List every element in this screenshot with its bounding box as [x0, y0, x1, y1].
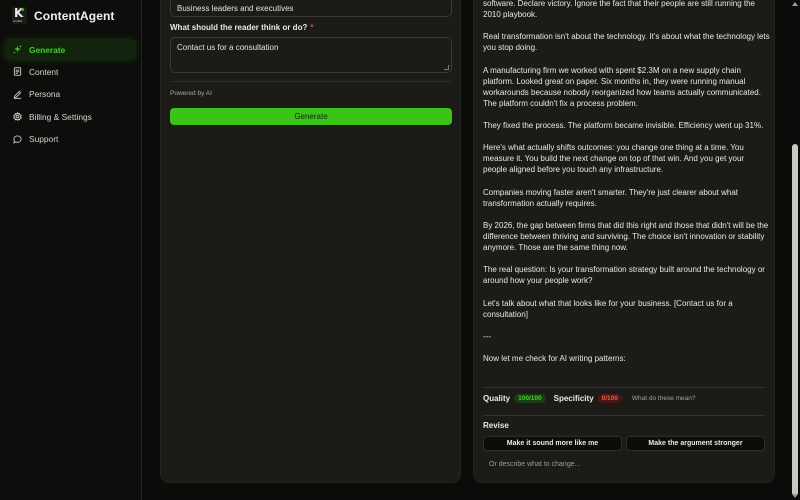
article-paragraph: The real question: Is your transformatio…	[483, 265, 765, 286]
sidebar-item-persona[interactable]: Persona	[5, 84, 136, 105]
article-paragraph: By 2026, the gap between firms that did …	[483, 220, 769, 253]
resize-handle-icon[interactable]	[444, 65, 449, 70]
article-paragraph: Here's what actually shifts outcomes: yo…	[483, 143, 745, 175]
sound-like-me-button[interactable]: Make it sound more like me	[483, 436, 622, 451]
sidebar-nav: Generate Content Persona Billing & Setti…	[5, 39, 136, 151]
article-paragraph: software. Declare victory. Ignore the fa…	[483, 0, 755, 20]
quality-score-badge: 100/100	[514, 394, 546, 403]
sparkle-icon	[13, 45, 22, 54]
specificity-label: Specificity	[553, 394, 594, 403]
generated-article: software. Declare victory. Ignore the fa…	[483, 0, 770, 375]
reader-action-textarea[interactable]: Contact us for a consultation	[170, 37, 452, 73]
article-paragraph: Let's talk about what that looks like fo…	[483, 298, 733, 319]
sidebar-item-content[interactable]: Content	[5, 61, 136, 82]
article-paragraph: A manufacturing firm we worked with spen…	[483, 65, 761, 108]
article-paragraph: Real transformation isn't about the tech…	[483, 32, 770, 53]
divider	[483, 415, 765, 416]
sidebar-item-label: Generate	[29, 44, 66, 55]
specificity-score-badge: 0/100	[597, 394, 622, 403]
sidebar-item-support[interactable]: Support	[5, 129, 136, 150]
sidebar-item-billing-settings[interactable]: Billing & Settings	[5, 106, 136, 127]
stronger-argument-button[interactable]: Make the argument stronger	[626, 436, 765, 451]
reader-action-value: Contact us for a consultation	[177, 43, 279, 52]
article-paragraph: They fixed the process. The platform bec…	[483, 121, 764, 131]
sidebar-item-label: Support	[29, 134, 59, 145]
pen-icon	[13, 90, 22, 99]
audience-field[interactable]: Business leaders and executives	[170, 0, 452, 17]
chat-bubble-icon	[13, 135, 22, 144]
revise-title: Revise	[483, 421, 509, 430]
scrollbar-thumb[interactable]	[792, 144, 798, 496]
sidebar-item-label: Content	[29, 66, 59, 77]
sidebar-item-generate[interactable]: Generate	[5, 39, 136, 60]
brand[interactable]: K AGEN ContentAgent	[12, 7, 115, 24]
divider	[483, 387, 765, 388]
quality-label: Quality	[483, 394, 511, 403]
article-paragraph: Companies moving faster aren't smarter. …	[483, 187, 739, 208]
article-paragraph: ---	[483, 331, 491, 341]
brand-logo: K AGEN	[12, 7, 27, 24]
generate-form-panel: Business leaders and executives What sho…	[160, 0, 461, 483]
sidebar-item-label: Billing & Settings	[29, 111, 92, 122]
brand-name: ContentAgent	[34, 8, 115, 23]
scores-help-link[interactable]: What do these mean?	[632, 395, 696, 402]
scroll-down-arrow-icon[interactable]	[792, 494, 798, 498]
sidebar-item-label: Persona	[29, 89, 61, 100]
scroll-up-arrow-icon[interactable]	[792, 2, 798, 6]
document-icon	[13, 67, 22, 77]
generated-content-panel: software. Declare victory. Ignore the fa…	[473, 0, 775, 483]
divider	[170, 81, 452, 82]
required-marker: *	[310, 23, 314, 32]
reader-action-label: What should the reader think or do? *	[170, 23, 313, 32]
reader-action-label-text: What should the reader think or do?	[170, 23, 308, 32]
sidebar: K AGEN ContentAgent Generate Content Per…	[0, 0, 142, 500]
powered-by-label: Powered by AI	[170, 90, 212, 97]
article-paragraph: Now let me check for AI writing patterns…	[483, 354, 626, 363]
logo-accent-dot	[21, 8, 24, 11]
gear-icon	[13, 112, 22, 122]
generate-button[interactable]: Generate	[170, 108, 452, 125]
revise-instructions-input[interactable]: Or describe what to change...	[489, 461, 580, 468]
logo-tiny-text: AGEN	[13, 19, 23, 23]
quality-scores: Quality 100/100 Specificity 0/100 What d…	[483, 394, 696, 403]
